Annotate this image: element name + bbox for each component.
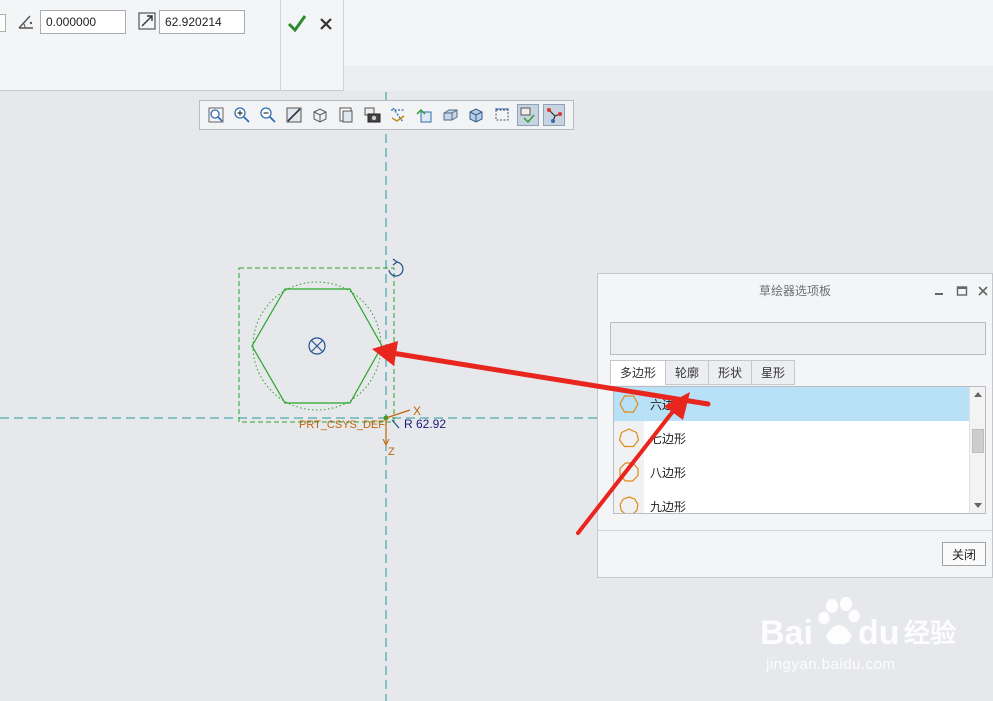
svg-text:du: du bbox=[858, 614, 900, 652]
ribbon-left-edge bbox=[0, 14, 6, 32]
octagon-icon bbox=[614, 455, 644, 489]
datum-filter-icon bbox=[391, 107, 405, 123]
sketcher-display-button[interactable] bbox=[413, 104, 435, 126]
x-axis-label: X bbox=[413, 404, 422, 418]
csys-label: PRT_CSYS_DEF bbox=[299, 419, 385, 431]
list-item[interactable]: 八边形 bbox=[614, 455, 970, 489]
dimension-display-icon bbox=[495, 108, 509, 121]
rotate-handle-icon[interactable] bbox=[388, 258, 404, 277]
repaint-button[interactable] bbox=[283, 104, 305, 126]
dimension-leader bbox=[391, 419, 400, 429]
svg-text:经验: 经验 bbox=[904, 618, 956, 649]
angle-icon bbox=[18, 15, 33, 29]
heptagon-icon bbox=[614, 421, 644, 455]
zoom-out-button[interactable] bbox=[257, 104, 279, 126]
radius-dimension[interactable]: R 62.92 bbox=[404, 417, 446, 431]
dialog-divider bbox=[598, 530, 992, 531]
palette-tabs: 多边形 轮廓 形状 星形 bbox=[610, 360, 796, 385]
list-item[interactable]: 七边形 bbox=[614, 421, 970, 455]
refit-icon bbox=[208, 107, 224, 123]
saved-orientations-button[interactable] bbox=[309, 104, 331, 126]
zoom-in-icon bbox=[234, 107, 250, 123]
graphics-toolbar bbox=[199, 100, 574, 130]
sketcher-palette-dialog: 草绘器选项板 多边形 轮廓 形状 星形 六边形 七边形 八边形 九边形 关闭 bbox=[597, 273, 993, 578]
repaint-icon bbox=[286, 107, 302, 123]
constraint-display-icon bbox=[520, 107, 535, 124]
sketch-view-icon bbox=[469, 108, 483, 123]
hexagon-icon bbox=[614, 387, 644, 421]
cube-icon bbox=[313, 108, 327, 123]
center-point-icon[interactable] bbox=[308, 337, 326, 355]
zoom-in-button[interactable] bbox=[231, 104, 253, 126]
camera-icon bbox=[364, 107, 381, 123]
angle-input[interactable]: 0.000000 bbox=[40, 10, 126, 34]
list-item-label: 七边形 bbox=[650, 431, 687, 446]
list-item[interactable]: 六边形 bbox=[614, 387, 970, 421]
vertex-display-button[interactable] bbox=[543, 104, 565, 126]
sketch-ribbon: 0.000000 62.920214 bbox=[0, 0, 993, 91]
list-item-label: 九边形 bbox=[650, 499, 687, 514]
maximize-icon[interactable] bbox=[955, 284, 969, 298]
shape-preview-area bbox=[610, 322, 986, 355]
scrollbar-thumb[interactable] bbox=[972, 429, 984, 453]
z-axis-label: Z bbox=[388, 446, 395, 458]
tab-star[interactable]: 星形 bbox=[751, 360, 796, 385]
scroll-up-icon[interactable] bbox=[970, 387, 985, 401]
list-scrollbar[interactable] bbox=[969, 387, 985, 513]
datum-display-button[interactable] bbox=[387, 104, 409, 126]
scale-icon bbox=[138, 12, 156, 30]
close-icon[interactable] bbox=[976, 284, 990, 298]
cancel-x-button[interactable] bbox=[316, 12, 336, 34]
view-manager-button[interactable] bbox=[335, 104, 357, 126]
perspective-button[interactable] bbox=[361, 104, 383, 126]
sketch-display-icon bbox=[416, 109, 432, 123]
tab-profile[interactable]: 轮廓 bbox=[665, 360, 709, 385]
close-button[interactable]: 关闭 bbox=[942, 542, 986, 566]
dimension-display-button[interactable] bbox=[491, 104, 513, 126]
nonagon-icon bbox=[614, 489, 644, 513]
zoom-out-icon bbox=[260, 107, 276, 123]
vertex-display-icon bbox=[547, 108, 562, 123]
view-manager-icon bbox=[339, 107, 353, 123]
constraint-display-button[interactable] bbox=[517, 104, 539, 126]
scale-input[interactable]: 62.920214 bbox=[159, 10, 245, 34]
tab-polygon[interactable]: 多边形 bbox=[610, 360, 666, 385]
display-style-button[interactable] bbox=[439, 104, 461, 126]
shape-list: 六边形 七边形 八边形 九边形 bbox=[613, 386, 986, 514]
tab-shape[interactable]: 形状 bbox=[708, 360, 752, 385]
watermark-url: jingyan.baidu.com bbox=[766, 656, 896, 673]
refit-button[interactable] bbox=[205, 104, 227, 126]
sketch-view-button[interactable] bbox=[465, 104, 487, 126]
ok-checkmark-button[interactable] bbox=[286, 12, 308, 34]
shaded-box-icon bbox=[443, 109, 458, 121]
list-item[interactable]: 九边形 bbox=[614, 489, 970, 514]
ribbon-group-footer bbox=[344, 66, 993, 91]
list-item-label: 六边形 bbox=[650, 397, 687, 412]
svg-text:Bai: Bai bbox=[760, 614, 813, 652]
ribbon-separator bbox=[280, 0, 281, 91]
minimize-icon[interactable] bbox=[932, 284, 946, 298]
list-item-label: 八边形 bbox=[650, 465, 687, 480]
scroll-down-icon[interactable] bbox=[970, 499, 985, 513]
